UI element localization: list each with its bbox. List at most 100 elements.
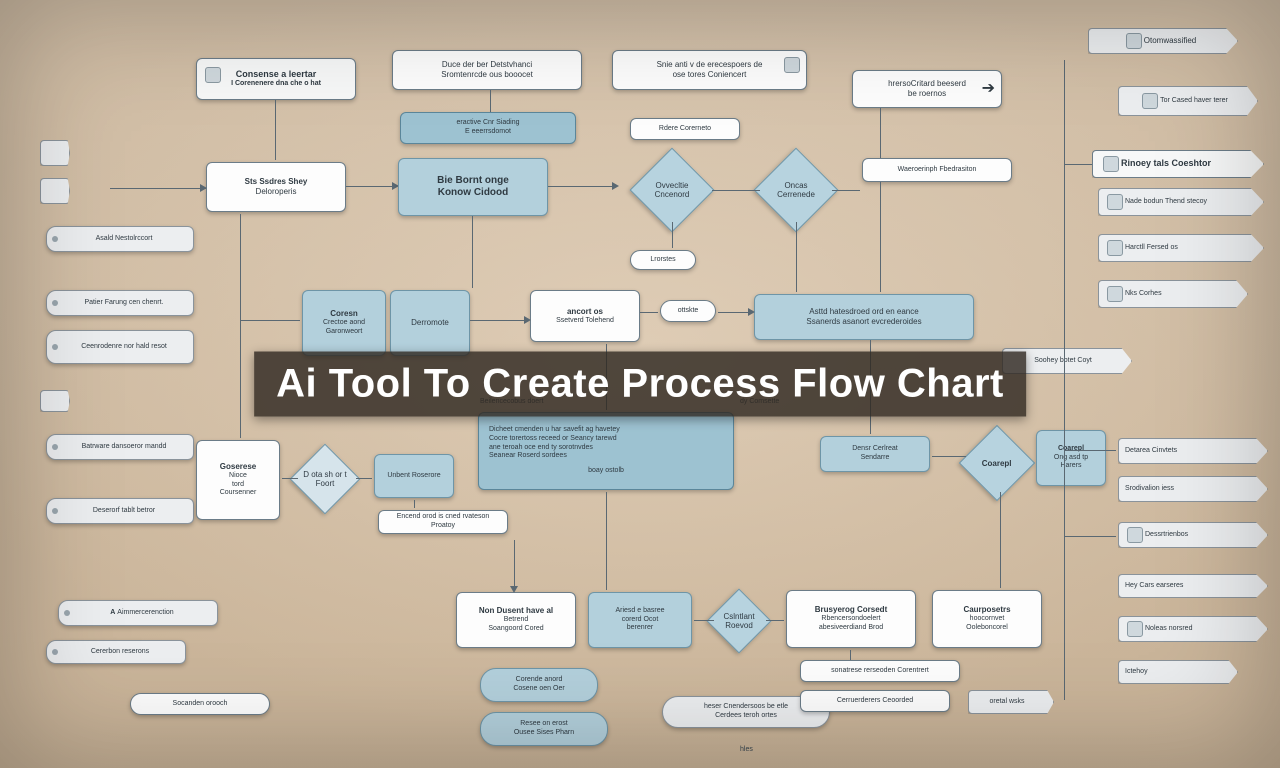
connector (240, 214, 241, 438)
label: Corende anord (516, 676, 563, 685)
lm-tiny: hles (740, 746, 753, 753)
label: Crectoe aond (323, 319, 365, 328)
user-icon (1107, 194, 1123, 210)
chart-icon (1107, 286, 1123, 302)
label: Ictehoy (1125, 668, 1148, 677)
label: ottskte (678, 307, 699, 316)
label: Betrend (504, 616, 529, 625)
label: Ooleboncorel (966, 624, 1008, 633)
proc-p1: Coresn Crectoe aond Garonweort (302, 290, 386, 356)
rc-header: Rinoey tals Coeshtor (1092, 150, 1264, 178)
database-icon (1142, 93, 1158, 109)
label: berenrer (627, 624, 653, 633)
label: Resee on erost (520, 720, 567, 729)
connector (880, 182, 881, 292)
connector (414, 500, 415, 508)
label: Batrware dansoeror mandd (82, 443, 167, 452)
rc-list-0: Detarea Cinvtets (1118, 438, 1268, 464)
rc-r3: Nks Corhes (1098, 280, 1248, 308)
label: Tor Cased haver terer (1160, 97, 1228, 106)
connector (850, 650, 851, 660)
label: Derromote (411, 318, 449, 328)
label: D ota sh or t Foort (301, 470, 349, 488)
label: Duce der ber Detstvhanci (442, 60, 532, 70)
label: Seanear Roserd sordees (489, 452, 567, 461)
doc-icon (1107, 240, 1123, 256)
label: Rinoey tals Coeshtor (1121, 158, 1211, 169)
connector (880, 108, 881, 158)
label: oretal wsks (989, 698, 1024, 707)
label: Deloroperis (256, 187, 297, 197)
label: hrersoCritard beeserd (888, 79, 966, 89)
label: I Corenenere dna che o hat (231, 80, 321, 89)
proc-p3: ancort os Ssetverd Tolehend (530, 290, 640, 342)
label: Densr Cerlreat (852, 445, 898, 454)
connector (712, 190, 760, 191)
label: Coresn (330, 309, 358, 319)
connector (932, 456, 966, 457)
connector (282, 478, 298, 479)
label: Oncas Cerrenede (767, 181, 825, 199)
label: Sendarre (861, 454, 890, 463)
label: Lrorstes (650, 256, 675, 265)
label: Dessrtrienbos (1145, 531, 1188, 540)
cloud-label: Lrorstes (630, 250, 696, 270)
page-icon (1127, 621, 1143, 637)
connector (1064, 450, 1116, 451)
label: Unbent Roserore (387, 472, 440, 481)
label: Patier Farung cen chenrt. (85, 299, 164, 308)
label: corerd Ocot (622, 616, 659, 625)
label: Soangoord Cored (488, 625, 543, 634)
label: Asttd hatesdroed ord en eance (809, 307, 918, 317)
rc-list-1: Srodivalion iess (1118, 476, 1268, 502)
connector (672, 222, 673, 248)
label: E eeerrsdomot (465, 128, 511, 137)
connector (346, 186, 394, 187)
connector (240, 320, 300, 321)
connector (514, 540, 515, 590)
label: Sts Ssdres Shey (245, 177, 308, 187)
rc-r1: Nade bodun Thend stecoy (1098, 188, 1264, 216)
top-card-b: Duce der ber Detstvhanci Sromtenrcde ous… (392, 50, 582, 90)
connector (796, 222, 797, 292)
label: Ong asd tp (1054, 454, 1088, 463)
ll-u1: Unbent Roserore (374, 454, 454, 498)
connector (110, 188, 206, 189)
label: ane teroah oce end ty sorotnvdes (489, 444, 593, 453)
label: Srodivalion iess (1125, 485, 1174, 494)
connector (694, 620, 714, 621)
label: Snie anti v de erecespoers de (657, 60, 763, 70)
arrow-icon: ➔ (982, 79, 995, 99)
mini-label: Rdere Corerneto (630, 118, 740, 140)
left-item-6: A Aimmercerenction (58, 600, 218, 626)
label: Caurposetrs (963, 605, 1010, 615)
lm-m2: Ariesd e basree corerd Ocot berenrer (588, 592, 692, 648)
connector (1064, 164, 1092, 165)
left-item-4: Batrware dansoeror mandd (46, 434, 194, 460)
mid-block: Dicheet cmenden u har savefit ag havetey… (478, 412, 734, 490)
label: Dicheet cmenden u har savefit ag havetey (489, 426, 620, 435)
label: Encend orod is cned rvateson Proatoy (385, 513, 501, 531)
label: Coarepl (982, 459, 1012, 468)
proc-p4: Asttd hatesdroed ord en eance Ssanerds a… (754, 294, 974, 340)
label: sonatrese rerseoden Corentrert (831, 667, 929, 676)
connector (356, 478, 372, 479)
left-nub-3 (40, 390, 70, 412)
label: Asald Nestolrccort (96, 235, 153, 244)
label: heser Cnendersoos be etle (704, 703, 788, 712)
label: Detarea Cinvtets (1125, 447, 1177, 456)
lr-tag: oretal wsks (968, 690, 1054, 714)
label: Sromtenrcde ous booocet (441, 70, 533, 80)
step-2: Bie Bornt onge Konow Cidood (398, 158, 548, 216)
top-right-tag: Tor Cased haver terer (1118, 86, 1258, 116)
label: boay ostolb (588, 467, 624, 476)
left-nub-2 (40, 178, 70, 204)
left-pill: Socanden orooch (130, 693, 270, 715)
label: be roernos (908, 89, 946, 99)
label: Nks Corhes (1125, 290, 1162, 299)
label: Non Dusent have al (479, 606, 553, 616)
label: tord (232, 481, 244, 490)
lm-m1: Non Dusent have al Betrend Soangoord Cor… (456, 592, 576, 648)
rc-list-4: Noleas norsred (1118, 616, 1268, 642)
label: Waeroerinph Fbedrasiton (898, 166, 977, 175)
